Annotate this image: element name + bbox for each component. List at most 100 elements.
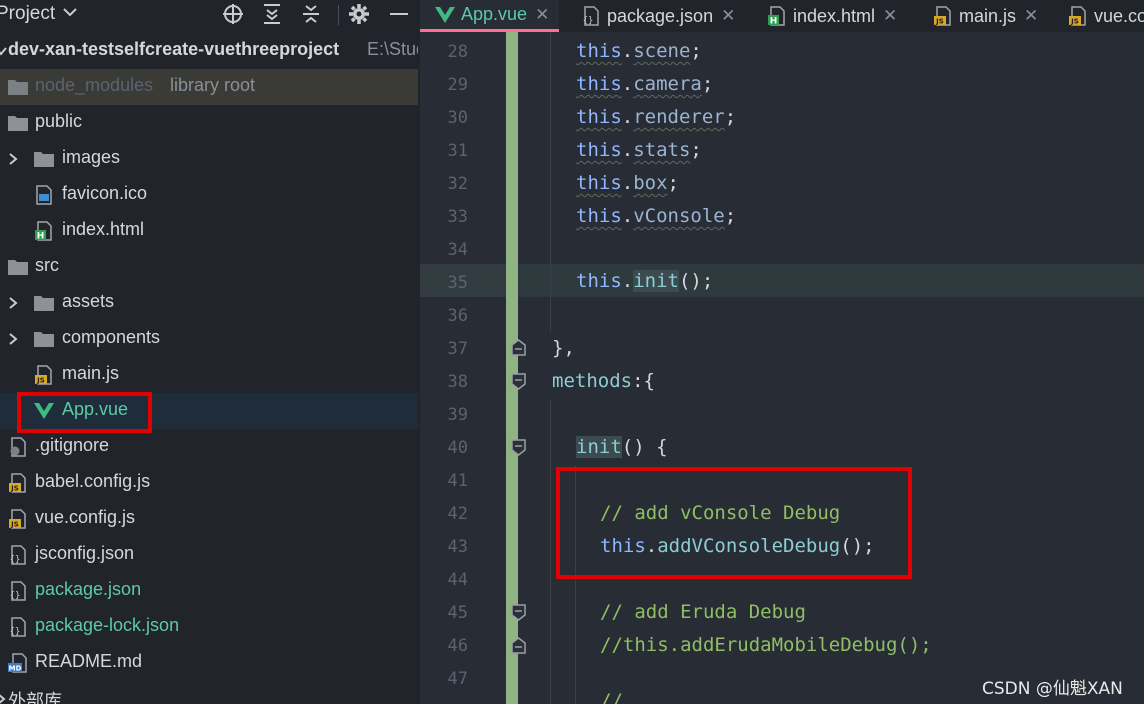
code-token: . [621,172,634,194]
folder-icon [7,256,29,278]
chevron-right-icon[interactable] [0,690,8,704]
fold-start-icon[interactable] [511,604,526,621]
code-line-28[interactable]: this.scene; [576,40,702,62]
tree-item-jsconfig[interactable]: {} jsconfig.json [0,537,418,573]
svg-text:H: H [37,232,45,242]
tree-item-images[interactable]: images [0,141,418,177]
line-number: 47 [447,669,468,689]
code-token: ; [701,73,714,95]
code-line-29[interactable]: this.camera; [576,73,713,95]
vue-file-icon [434,4,456,26]
tab-main-js[interactable]: JS main.js ✕ [932,0,1038,32]
code-line-46[interactable]: //this.addErudaMobileDebug(); [600,634,932,656]
html-file-icon: H [33,220,55,242]
line-number: 40 [447,438,468,458]
line-number: 32 [447,174,468,194]
tree-item-gitignore[interactable]: .gitignore [0,429,418,465]
line-number: 34 [447,240,468,260]
chevron-down-icon[interactable] [61,3,79,26]
line-number: 35 [447,273,468,293]
svg-text:{}: {} [10,555,21,565]
code-token: this [576,106,622,128]
chevron-down-icon[interactable] [0,42,8,60]
code-token: . [621,40,634,62]
chevron-right-icon[interactable] [6,330,20,348]
chevron-right-icon[interactable] [6,150,20,168]
close-icon[interactable]: ✕ [721,6,735,26]
minimize-icon[interactable] [385,0,413,28]
code-token: . [621,270,634,292]
tree-item-readme[interactable]: MD README.md [0,645,418,681]
fold-start-icon[interactable] [511,439,526,456]
toolbar-divider [338,5,339,25]
tree-item-main-js[interactable]: JS main.js [0,357,418,393]
gear-icon[interactable] [345,0,373,28]
svg-text:JS: JS [10,485,19,493]
line-number: 36 [447,306,468,326]
code-line-38[interactable]: methods:{ [552,370,655,392]
tree-item-label: main.js [62,363,120,383]
tree-item-project-root[interactable]: dev-xan-testselfcreate-vuethreeproject E… [0,33,418,69]
tab-label: main.js [959,5,1017,26]
tree-item-assets[interactable]: assets [0,285,418,321]
tree-item-label: components [62,327,161,347]
code-token: stats [633,139,691,161]
tree-item-package-json[interactable]: {} package.json [0,573,418,609]
line-number: 33 [447,207,468,227]
line-number: 41 [447,471,468,491]
tree-item-node-modules[interactable]: node_modules library root [0,69,418,105]
js-file-icon: JS [932,5,954,27]
tree-item-public[interactable]: public [0,105,418,141]
code-line-35[interactable]: this.init(); [576,270,713,292]
code-line-47[interactable]: // [600,690,623,704]
tree-item-external-libraries[interactable]: 外部库 [0,681,418,704]
tab-index-html[interactable]: H index.html ✕ [766,0,897,32]
close-icon[interactable]: ✕ [535,5,549,25]
code-line-40[interactable]: init() { [576,436,668,458]
tree-item-favicon[interactable]: favicon.ico [0,177,418,213]
code-line-33[interactable]: this.vConsole; [576,205,736,227]
code-line-37[interactable]: }, [552,337,575,359]
code-token: ; [690,40,702,62]
svg-text:JS: JS [1070,18,1079,26]
code-line-30[interactable]: this.renderer; [576,106,736,128]
code-line-45[interactable]: // add Eruda Debug [600,601,806,623]
tab-app-vue[interactable]: App.vue ✕ [420,0,560,32]
tab-label: index.html [793,5,876,26]
json-file-icon: {} [7,616,29,638]
current-line-highlight [420,264,1144,297]
code-line-31[interactable]: this.stats; [576,139,702,161]
svg-text:{}: {} [583,16,594,26]
js-file-icon: JS [33,364,55,386]
expand-all-icon[interactable] [258,0,286,28]
json-file-icon: {} [580,5,602,27]
folder-icon [33,328,55,350]
collapse-all-icon[interactable] [297,0,325,28]
code-token: renderer [633,106,725,128]
fold-end-icon[interactable] [511,339,526,356]
tree-item-index-html[interactable]: H index.html [0,213,418,249]
code-token: . [621,205,634,227]
tree-item-vue-config[interactable]: JS vue.config.js [0,501,418,537]
tree-item-components[interactable]: components [0,321,418,357]
code-editor[interactable]: App.vue ✕ {} package.json ✕ H index.html… [420,0,1144,704]
tree-item-babel-config[interactable]: JS babel.config.js [0,465,418,501]
tree-item-src[interactable]: src [0,249,418,285]
tree-item-package-lock-json[interactable]: {} package-lock.json [0,609,418,645]
code-token: init [633,270,679,292]
tab-vue-config[interactable]: JS vue.co [1067,0,1144,32]
line-number: 28 [447,42,468,62]
tab-label: App.vue [461,4,528,24]
locate-crosshair-icon[interactable] [219,0,247,28]
code-line-32[interactable]: this.box; [576,172,679,194]
close-icon[interactable]: ✕ [883,6,897,26]
tree-item-label: jsconfig.json [35,543,135,563]
fold-end-icon[interactable] [511,637,526,654]
tab-package-json[interactable]: {} package.json ✕ [580,0,736,32]
fold-start-icon[interactable] [511,373,526,390]
project-view-title[interactable]: Project [0,3,55,25]
chevron-right-icon[interactable] [6,294,20,312]
svg-text:H: H [770,17,778,27]
close-icon[interactable]: ✕ [1024,6,1038,26]
svg-text:JS: JS [935,18,944,26]
